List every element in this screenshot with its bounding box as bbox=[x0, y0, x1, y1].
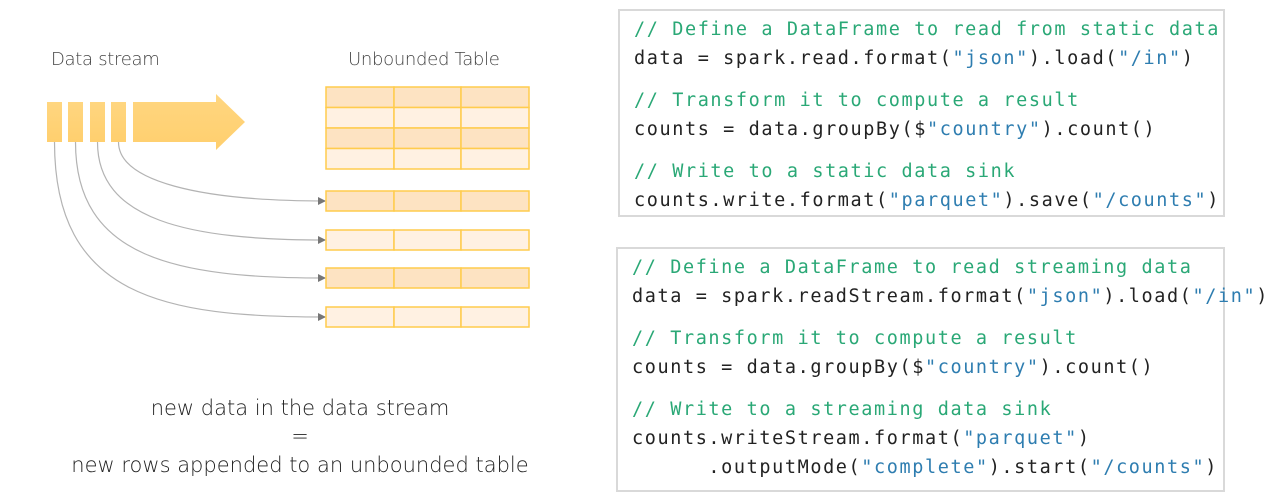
code-text: .outputMode( bbox=[632, 457, 862, 478]
code-text: data = spark.readStream.format( bbox=[632, 286, 1027, 307]
stream-to-table-diagram bbox=[47, 86, 530, 328]
streaming-code-block: // Define a DataFrame to read streaming … bbox=[616, 247, 1267, 492]
code-text: counts = data.groupBy($ bbox=[634, 119, 927, 140]
stream-chunk bbox=[111, 102, 126, 142]
code-text: ) bbox=[1077, 428, 1091, 449]
table-cell bbox=[460, 106, 530, 129]
table-cell bbox=[325, 190, 395, 212]
table-cell bbox=[325, 127, 395, 150]
table-cell bbox=[393, 229, 462, 251]
code-line: counts = data.groupBy($"country").count(… bbox=[634, 119, 1156, 140]
code-comment: // Define a DataFrame to read from stati… bbox=[634, 19, 1220, 40]
appended-row bbox=[325, 267, 530, 289]
code-text: ).load( bbox=[1103, 286, 1193, 307]
table-cell bbox=[325, 229, 395, 251]
table-row bbox=[325, 86, 530, 109]
code-string: "json" bbox=[1026, 286, 1104, 307]
code-text: ).count() bbox=[1041, 119, 1157, 140]
table-cell bbox=[393, 190, 462, 212]
table-cell bbox=[393, 106, 462, 129]
code-string: "/counts" bbox=[1090, 457, 1206, 478]
caption-line-2: new rows appended to an unbounded table bbox=[71, 453, 529, 477]
code-text: ).count() bbox=[1039, 357, 1155, 378]
code-text: ) bbox=[1181, 48, 1195, 69]
stream-arrow bbox=[133, 94, 245, 150]
table-cell bbox=[325, 86, 395, 109]
table-cell bbox=[460, 190, 530, 212]
code-line: .outputMode("complete").start("/counts") bbox=[632, 457, 1218, 478]
code-string: "parquet" bbox=[888, 190, 1004, 211]
table-cell bbox=[393, 86, 462, 109]
code-string: "parquet" bbox=[963, 428, 1078, 449]
code-string: "/in" bbox=[1118, 48, 1182, 69]
caption-line-1: new data in the data stream bbox=[150, 396, 450, 420]
table-cell bbox=[393, 127, 462, 150]
table-cell bbox=[325, 267, 395, 289]
code-comment: // Write to a streaming data sink bbox=[632, 399, 1053, 420]
append-arrow bbox=[74, 141, 326, 282]
table-cell bbox=[460, 127, 530, 150]
appended-row bbox=[325, 190, 530, 212]
code-line: counts = data.groupBy($"country").count(… bbox=[632, 357, 1154, 378]
code-string: "country" bbox=[926, 119, 1042, 140]
code-comment: // Transform it to compute a result bbox=[632, 328, 1078, 349]
table-row bbox=[325, 147, 530, 170]
code-string: "/in" bbox=[1192, 286, 1257, 307]
table-row bbox=[325, 127, 530, 150]
stream-chunk bbox=[90, 102, 105, 142]
code-line: counts.writeStream.format("parquet") bbox=[632, 428, 1091, 449]
code-string: "complete" bbox=[861, 457, 989, 478]
code-text: counts.writeStream.format( bbox=[632, 428, 964, 449]
code-comment: // Write to a static data sink bbox=[634, 161, 1017, 182]
code-text: ) bbox=[1256, 286, 1269, 307]
append-arrow bbox=[96, 141, 326, 244]
stream-chunk bbox=[47, 102, 62, 142]
stream-chunk bbox=[68, 102, 83, 142]
code-line: counts.write.format("parquet").save("/co… bbox=[634, 190, 1220, 211]
table-cell bbox=[325, 147, 395, 170]
table-cell bbox=[460, 147, 530, 170]
append-arrow bbox=[117, 141, 326, 205]
appended-row bbox=[325, 306, 530, 328]
static-code-block: // Define a DataFrame to read from stati… bbox=[618, 9, 1225, 217]
code-text: counts.write.format( bbox=[634, 190, 889, 211]
code-comment: // Transform it to compute a result bbox=[634, 90, 1080, 111]
table-cell bbox=[460, 306, 530, 328]
code-text: ) bbox=[1205, 457, 1218, 478]
code-text: ).start( bbox=[988, 457, 1091, 478]
table-cell bbox=[325, 306, 395, 328]
table-cell bbox=[393, 306, 462, 328]
code-text: ) bbox=[1207, 190, 1220, 211]
table-cell bbox=[325, 106, 395, 129]
table-cell bbox=[460, 86, 530, 109]
table-cell bbox=[460, 267, 530, 289]
code-text: data = spark.read.format( bbox=[634, 48, 953, 69]
code-line: data = spark.readStream.format("json").l… bbox=[632, 286, 1269, 307]
appended-row bbox=[325, 229, 530, 251]
code-string: "country" bbox=[924, 357, 1040, 378]
caption-equals: = bbox=[291, 424, 309, 448]
code-text: ).load( bbox=[1028, 48, 1119, 69]
code-text: ).save( bbox=[1003, 190, 1093, 211]
table-row bbox=[325, 106, 530, 129]
code-string: "json" bbox=[952, 48, 1029, 69]
append-arrow bbox=[53, 141, 326, 321]
table-cell bbox=[460, 229, 530, 251]
table-cell bbox=[393, 147, 462, 170]
code-text: counts = data.groupBy($ bbox=[632, 357, 925, 378]
code-comment: // Define a DataFrame to read streaming … bbox=[632, 257, 1193, 278]
table-cell bbox=[393, 267, 462, 289]
code-string: "/counts" bbox=[1092, 190, 1208, 211]
code-line: data = spark.read.format("json").load("/… bbox=[634, 48, 1195, 69]
